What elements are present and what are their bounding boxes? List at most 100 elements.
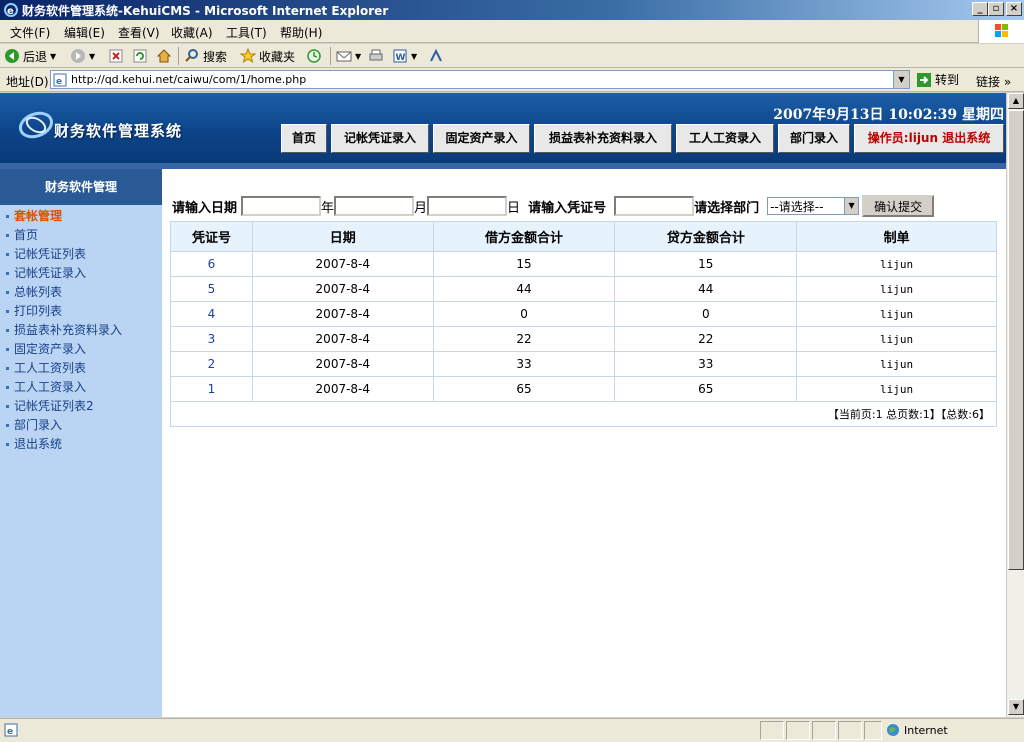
site-header: 财务软件管理系统 2007年9月13日 10:02:39 星期四 首页 记帐凭证… <box>0 93 1006 163</box>
department-select[interactable]: --请选择-- ▼ <box>767 197 860 215</box>
status-cell <box>864 721 882 740</box>
search-button[interactable]: 搜索 <box>184 47 227 65</box>
sidebar-item-label: 记帐凭证录入 <box>14 266 87 280</box>
voucher-link[interactable]: 2 <box>170 351 253 377</box>
sidebar-item-label: 损益表补充资料录入 <box>14 323 123 337</box>
sidebar-item-label: 工人工资列表 <box>14 361 87 375</box>
menu-favorites[interactable]: 收藏(A) <box>171 24 213 41</box>
current-datetime: 2007年9月13日 10:02:39 星期四 <box>773 107 1004 123</box>
star-icon <box>240 48 256 64</box>
year-suffix: 年 <box>321 200 335 216</box>
sidebar-item[interactable]: 固定资产录入 <box>6 340 122 359</box>
status-bar: e Internet <box>0 718 1024 742</box>
zone-label: Internet <box>904 723 948 737</box>
mail-button[interactable]: ▼ <box>336 47 361 65</box>
submit-button[interactable]: 确认提交 <box>862 195 935 217</box>
bullet-icon <box>6 424 9 427</box>
sidebar-item[interactable]: 套帐管理 <box>6 207 122 226</box>
scroll-thumb[interactable] <box>1008 110 1024 570</box>
print-button[interactable] <box>368 47 384 65</box>
sidebar-item[interactable]: 总帐列表 <box>6 283 122 302</box>
home-button[interactable] <box>156 47 172 65</box>
sidebar-item[interactable]: 部门录入 <box>6 416 122 435</box>
refresh-button[interactable] <box>132 47 148 65</box>
bullet-icon <box>6 272 9 275</box>
scroll-down-icon[interactable]: ▼ <box>1008 699 1024 715</box>
table-cell: 44 <box>432 276 616 302</box>
pagination-row: 【当前页:1 总页数:1】【总数:6】 <box>170 401 997 427</box>
close-button[interactable]: × <box>1006 2 1022 16</box>
nav-wage-entry[interactable]: 工人工资录入 <box>676 124 774 153</box>
nav-department[interactable]: 部门录入 <box>778 124 850 153</box>
table-cell: 2007-8-4 <box>251 276 434 302</box>
table-cell: lijun <box>796 351 997 377</box>
status-cell <box>812 721 836 740</box>
table-row: 2 2007-8-4 33 33 lijun <box>170 351 997 377</box>
sidebar-item[interactable]: 损益表补充资料录入 <box>6 321 122 340</box>
table-cell: lijun <box>796 251 997 277</box>
main-content: 请输入日期 年 月 日 请输入凭证号 请选择部门 --请选择-- ▼ 确认提交 … <box>162 169 1006 717</box>
menu-file[interactable]: 文件(F) <box>10 24 50 41</box>
menu-edit[interactable]: 编辑(E) <box>64 24 105 41</box>
sidebar-item[interactable]: 打印列表 <box>6 302 122 321</box>
edit-button[interactable]: W ▼ <box>392 47 417 65</box>
stop-button[interactable] <box>108 47 124 65</box>
table-row: 1 2007-8-4 65 65 lijun <box>170 376 997 402</box>
nav-voucher-entry[interactable]: 记帐凭证录入 <box>331 124 429 153</box>
globe-icon <box>887 724 899 736</box>
sidebar-heading: 财务软件管理 <box>0 169 162 205</box>
back-button[interactable]: 后退 ▼ <box>4 47 56 65</box>
bullet-icon <box>6 405 9 408</box>
sidebar-item[interactable]: 记帐凭证列表 <box>6 245 122 264</box>
status-cell <box>786 721 810 740</box>
voucher-link[interactable]: 3 <box>170 326 253 352</box>
forward-button[interactable]: ▼ <box>70 47 95 65</box>
voucher-link[interactable]: 4 <box>170 301 253 327</box>
minimize-button[interactable]: _ <box>972 2 988 16</box>
sidebar-item[interactable]: 记帐凭证列表2 <box>6 397 122 416</box>
voucher-number-input[interactable] <box>614 196 695 216</box>
sidebar-item[interactable]: 退出系统 <box>6 435 122 454</box>
voucher-link[interactable]: 5 <box>170 276 253 302</box>
favorites-button[interactable]: 收藏夹 <box>240 47 295 65</box>
voucher-link[interactable]: 6 <box>170 251 253 277</box>
voucher-link[interactable]: 1 <box>170 376 253 402</box>
page-icon: e <box>53 73 67 87</box>
go-button[interactable]: 转到 <box>916 71 959 88</box>
pagination-info: 【当前页:1 总页数:1】【总数:6】 <box>170 401 997 427</box>
address-dropdown-button[interactable]: ▼ <box>893 71 909 88</box>
links-button[interactable]: 链接 » <box>976 73 1011 90</box>
back-arrow-icon <box>5 49 19 63</box>
day-input[interactable] <box>427 196 508 216</box>
sidebar-item-label: 退出系统 <box>14 437 63 451</box>
chevron-down-icon[interactable]: ▼ <box>844 198 859 214</box>
search-label: 搜索 <box>203 49 228 64</box>
nav-income-supplement[interactable]: 损益表补充资料录入 <box>534 124 672 153</box>
year-input[interactable] <box>241 196 322 216</box>
sidebar-item[interactable]: 记帐凭证录入 <box>6 264 122 283</box>
sidebar-item[interactable]: 首页 <box>6 226 122 245</box>
vertical-scrollbar[interactable]: ▲ ▼ <box>1006 93 1024 717</box>
nav-fixed-assets[interactable]: 固定资产录入 <box>433 124 530 153</box>
maximize-button[interactable]: ▫ <box>988 2 1004 16</box>
sidebar-menu: 套帐管理首页 记帐凭证列表记帐凭证录入总帐列表 打印列表损益表补充资料录入固定资产录… <box>6 207 122 454</box>
month-input[interactable] <box>334 196 415 216</box>
menu-tools[interactable]: 工具(T) <box>226 24 267 41</box>
history-button[interactable] <box>306 47 322 65</box>
sidebar-item[interactable]: 工人工资列表 <box>6 359 122 378</box>
table-row: 5 2007-8-4 44 44 lijun <box>170 276 997 302</box>
menu-view[interactable]: 查看(V) <box>118 24 160 41</box>
column-header: 借方金额合计 <box>432 221 616 252</box>
column-header: 制单 <box>796 221 997 252</box>
sidebar-item-label: 套帐管理 <box>14 209 63 223</box>
address-input[interactable]: e http://qd.kehui.net/caiwu/com/1/home.p… <box>50 70 910 89</box>
messenger-button[interactable] <box>428 47 444 65</box>
scroll-up-icon[interactable]: ▲ <box>1008 93 1024 109</box>
nav-home[interactable]: 首页 <box>281 124 327 153</box>
operator-logout-button[interactable]: 操作员:lijun 退出系统 <box>854 124 1004 153</box>
voucher-table: 凭证号 日期 借方金额合计 贷方金额合计 制单 6 2007-8-4 15 15 lijun 5 2… <box>170 221 997 427</box>
menu-help[interactable]: 帮助(H) <box>280 24 322 41</box>
bullet-icon <box>6 386 9 389</box>
ie-icon: e <box>4 3 18 17</box>
sidebar-item[interactable]: 工人工资录入 <box>6 378 122 397</box>
